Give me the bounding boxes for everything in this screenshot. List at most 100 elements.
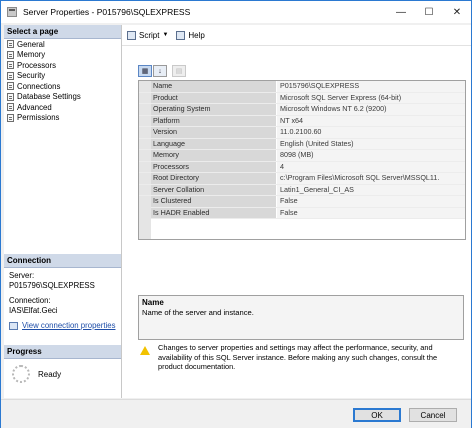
property-name: Platform	[151, 115, 277, 126]
table-row[interactable]: Name P015796\SQLEXPRESS	[139, 81, 465, 93]
row-gutter	[139, 115, 151, 126]
property-grid-toolbar: ▦ ↓ ▤	[138, 65, 187, 77]
page-icon	[7, 40, 14, 49]
progress-section: Progress Ready	[4, 345, 121, 383]
table-row[interactable]: Language English (United States)	[139, 138, 465, 150]
page-item-database-settings[interactable]: Database Settings	[4, 92, 121, 103]
progress-header: Progress	[4, 345, 121, 359]
script-icon	[127, 30, 136, 40]
page-icon	[7, 71, 14, 80]
page-icon	[7, 103, 14, 112]
property-name: Language	[151, 138, 277, 149]
help-icon	[176, 30, 186, 40]
server-properties-window: Server Properties - P015796\SQLEXPRESS —…	[0, 0, 472, 428]
toolbar: Script ▼ Help	[122, 25, 471, 46]
property-value: False	[277, 196, 465, 207]
page-item-advanced[interactable]: Advanced	[4, 102, 121, 113]
left-pane: Select a page General Memory Processors …	[4, 25, 122, 398]
property-value: 11.0.2100.60	[277, 127, 465, 138]
categorized-icon[interactable]: ▦	[138, 65, 152, 77]
connection-properties-icon	[9, 321, 18, 330]
table-row[interactable]: Platform NT x64	[139, 115, 465, 127]
connection-header: Connection	[4, 254, 121, 268]
table-row[interactable]: Is Clustered False	[139, 196, 465, 208]
cancel-button[interactable]: Cancel	[409, 408, 457, 422]
property-pages-icon: ▤	[172, 65, 186, 77]
close-button[interactable]: ✕	[443, 1, 471, 23]
property-value: Microsoft SQL Server Express (64-bit)	[277, 92, 465, 103]
help-label: Help	[188, 30, 205, 40]
table-row[interactable]: Product Microsoft SQL Server Express (64-…	[139, 92, 465, 104]
page-item-label: General	[17, 39, 45, 49]
page-icon	[7, 92, 14, 101]
connection-value: IAS\Elfat.Geci	[9, 306, 58, 315]
table-row[interactable]: Is HADR Enabled False	[139, 207, 465, 219]
page-item-label: Connections	[17, 81, 61, 91]
row-gutter	[139, 104, 151, 115]
property-grid: Name P015796\SQLEXPRESS Product Microsoft …	[138, 80, 466, 240]
property-value: Latin1_General_CI_AS	[277, 184, 465, 195]
row-gutter	[139, 184, 151, 195]
maximize-button[interactable]: ☐	[415, 1, 443, 23]
property-name: Root Directory	[151, 173, 277, 184]
help-button[interactable]: Help	[176, 30, 205, 40]
page-item-label: Memory	[17, 50, 46, 60]
page-item-label: Security	[17, 71, 46, 81]
property-name: Operating System	[151, 104, 277, 115]
page-item-memory[interactable]: Memory	[4, 50, 121, 61]
property-name: Processors	[151, 161, 277, 172]
title-bar: Server Properties - P015796\SQLEXPRESS —…	[1, 1, 471, 23]
page-item-connections[interactable]: Connections	[4, 81, 121, 92]
progress-spinner-icon	[12, 365, 30, 383]
view-connection-properties-link[interactable]: View connection properties	[4, 321, 121, 330]
page-item-general[interactable]: General	[4, 39, 121, 50]
page-item-label: Permissions	[17, 113, 60, 123]
page-item-permissions[interactable]: Permissions	[4, 113, 121, 124]
table-row[interactable]: Server Collation Latin1_General_CI_AS	[139, 184, 465, 196]
row-gutter	[139, 196, 151, 207]
alphabetical-sort-icon[interactable]: ↓	[153, 65, 167, 77]
property-name: Is HADR Enabled	[151, 207, 277, 218]
description-text: Name of the server and instance.	[142, 308, 254, 317]
right-pane: Script ▼ Help ▦ ↓ ▤ Name P015796\SQLEXPRE…	[122, 25, 471, 398]
warning-message: Changes to server properties and setting…	[138, 343, 464, 372]
chevron-down-icon[interactable]: ▼	[162, 32, 168, 38]
page-icon	[7, 50, 14, 59]
page-list: General Memory Processors Security Conne…	[4, 39, 121, 123]
view-connection-properties-label[interactable]: View connection properties	[22, 321, 115, 330]
row-gutter	[139, 161, 151, 172]
ok-button[interactable]: OK	[353, 408, 401, 422]
page-item-security[interactable]: Security	[4, 71, 121, 82]
page-icon	[7, 113, 14, 122]
script-button[interactable]: Script ▼	[127, 30, 168, 40]
property-value: 4	[277, 161, 465, 172]
property-value: P015796\SQLEXPRESS	[277, 81, 465, 92]
property-value: English (United States)	[277, 138, 465, 149]
progress-status: Ready	[38, 369, 62, 379]
property-name: Version	[151, 127, 277, 138]
progress-status-row: Ready	[4, 359, 121, 383]
grid-gutter-fill	[139, 207, 151, 239]
table-row[interactable]: Memory 8098 (MB)	[139, 150, 465, 162]
description-panel: Name Name of the server and instance.	[138, 295, 464, 340]
table-row[interactable]: Version 11.0.2100.60	[139, 127, 465, 139]
warning-icon	[140, 346, 150, 355]
minimize-button[interactable]: —	[387, 1, 415, 23]
connection-info: Server: P015796\SQLEXPRESS Connection: I…	[4, 268, 121, 319]
page-icon	[7, 82, 14, 91]
row-gutter	[139, 150, 151, 161]
page-item-label: Database Settings	[17, 92, 81, 102]
description-title: Name	[142, 298, 164, 307]
server-value: P015796\SQLEXPRESS	[9, 281, 95, 290]
warning-text: Changes to server properties and setting…	[158, 343, 438, 371]
page-item-processors[interactable]: Processors	[4, 60, 121, 71]
page-item-label: Processors	[17, 60, 56, 70]
page-item-label: Advanced	[17, 102, 52, 112]
select-page-header: Select a page	[4, 25, 121, 39]
row-gutter	[139, 173, 151, 184]
table-row[interactable]: Processors 4	[139, 161, 465, 173]
table-row[interactable]: Root Directory c:\Program Files\Microsoft…	[139, 173, 465, 185]
property-value: c:\Program Files\Microsoft SQL Server\MS…	[277, 173, 465, 184]
row-gutter	[139, 81, 151, 92]
table-row[interactable]: Operating System Microsoft Windows NT 6.2…	[139, 104, 465, 116]
